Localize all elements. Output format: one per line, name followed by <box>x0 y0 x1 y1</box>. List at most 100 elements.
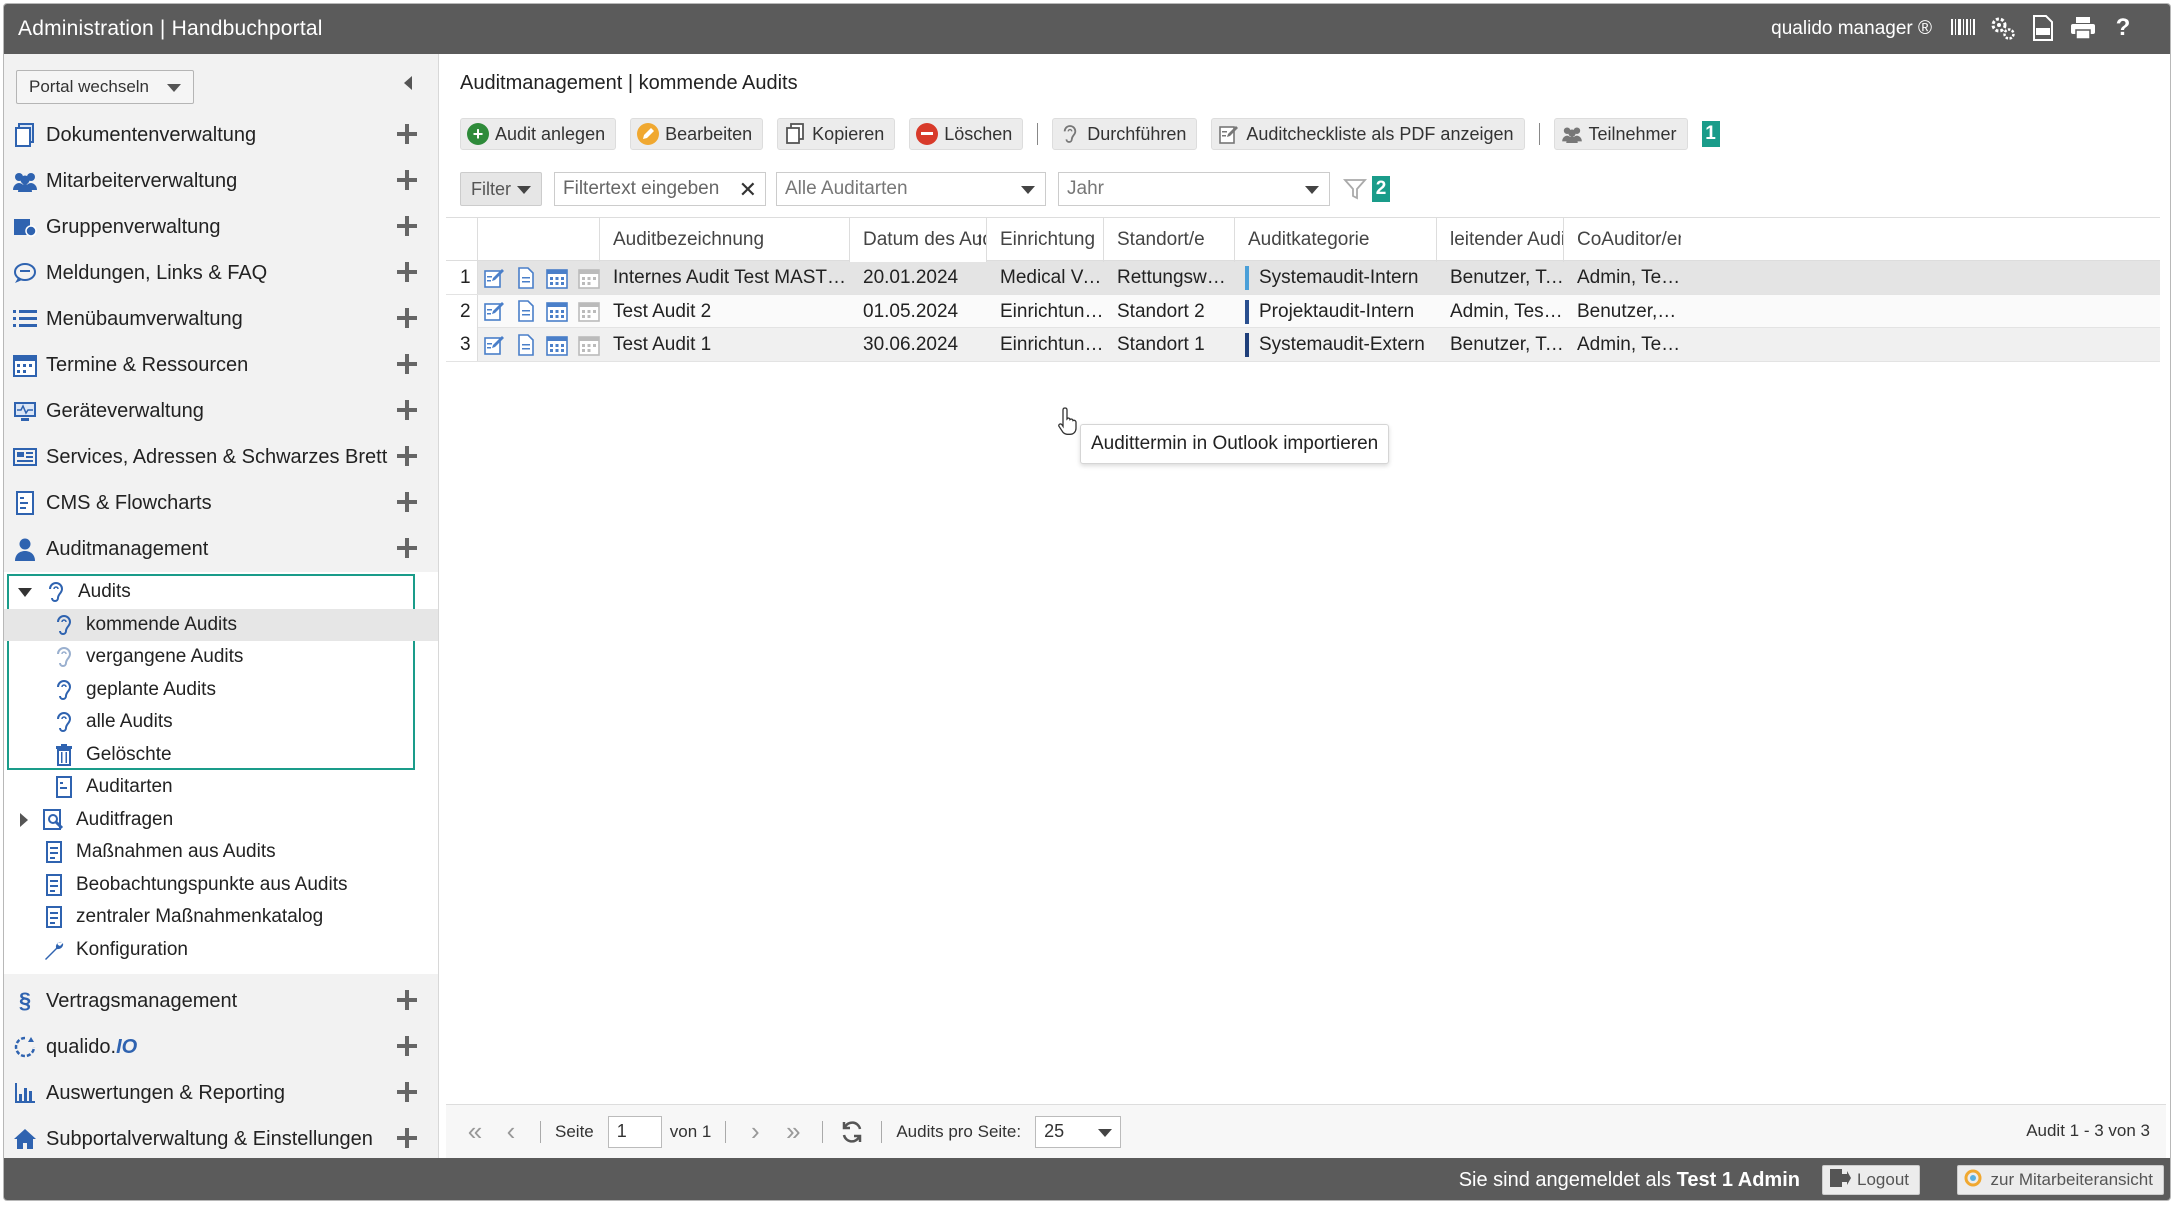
next-page-icon[interactable]: › <box>740 1116 770 1147</box>
calendar-icon[interactable] <box>546 265 568 291</box>
sidebar-item-menuebaum[interactable]: Menübaumverwaltung <box>4 296 438 342</box>
column-header-lead-auditor[interactable]: leitender Auditor <box>1437 218 1564 262</box>
employee-view-button[interactable]: zur Mitarbeiteransicht <box>1957 1165 2164 1195</box>
copy-button[interactable]: Kopieren <box>777 118 896 150</box>
portal-switch-dropdown[interactable]: Portal wechseln <box>16 70 194 104</box>
filter-text-input[interactable]: Filtertext eingeben ✕ <box>554 172 766 206</box>
expand-plus-icon[interactable] <box>397 446 417 466</box>
sidebar-item-geraete[interactable]: Geräteverwaltung <box>4 388 438 434</box>
run-audit-button[interactable]: Durchführen <box>1052 118 1198 150</box>
expand-plus-icon[interactable] <box>397 1128 417 1148</box>
refresh-icon[interactable] <box>837 1117 867 1147</box>
expand-plus-icon[interactable] <box>397 990 417 1010</box>
sidebar-item-services[interactable]: Services, Adressen & Schwarzes Brett <box>4 434 438 480</box>
sidebar-item-termine[interactable]: Termine & Ressourcen <box>4 342 438 388</box>
gears-icon[interactable] <box>1990 14 2016 42</box>
sidebar-item-subportalverwaltung[interactable]: Subportalverwaltung & Einstellungen <box>4 1116 438 1162</box>
sidebar-item-auditmanagement[interactable]: Auditmanagement <box>4 526 438 572</box>
column-header-site[interactable]: Standort/e <box>1104 218 1235 262</box>
tree-item-beobachtungspunkte[interactable]: Beobachtungspunkte aus Audits <box>4 869 438 902</box>
tree-item-geloeschte[interactable]: Gelöschte <box>4 739 438 772</box>
year-select[interactable]: Jahr <box>1058 172 1330 206</box>
tree-item-label: Gelöschte <box>86 743 172 765</box>
tree-item-massnahmen[interactable]: Maßnahmen aus Audits <box>4 836 438 869</box>
facility-cell: Medical Verba... <box>987 261 1104 294</box>
column-header-name[interactable]: Auditbezeichnung <box>600 218 850 262</box>
logout-button[interactable]: Logout <box>1822 1165 1920 1195</box>
tree-item-auditfragen[interactable]: Auditfragen <box>4 804 438 837</box>
collapse-sidebar-icon[interactable] <box>404 76 412 90</box>
last-page-icon[interactable]: » <box>778 1116 808 1147</box>
tree-item-vergangene-audits[interactable]: vergangene Audits <box>4 641 438 674</box>
column-header-coauditor[interactable]: CoAuditor/en <box>1564 218 1681 262</box>
print-icon[interactable] <box>2070 14 2096 42</box>
brand-label: qualido manager ® <box>1771 18 1932 39</box>
audit-type-select[interactable]: Alle Auditarten <box>776 172 1046 206</box>
edit-row-icon[interactable] <box>484 332 506 358</box>
barcode-icon[interactable] <box>1950 14 1976 42</box>
outlook-import-icon[interactable] <box>578 265 600 291</box>
calendar-icon[interactable] <box>546 332 568 358</box>
edit-row-icon[interactable] <box>484 298 506 324</box>
sidebar-item-qualido-io[interactable]: qualido.IO <box>4 1024 438 1070</box>
edit-row-icon[interactable] <box>484 265 506 291</box>
expand-plus-icon[interactable] <box>397 262 417 282</box>
pdf-icon[interactable] <box>2030 14 2056 42</box>
calendar-icon[interactable] <box>546 298 568 324</box>
sidebar-item-gruppenverwaltung[interactable]: Gruppenverwaltung <box>4 204 438 250</box>
chevron-down-icon <box>167 84 181 92</box>
funnel-icon[interactable] <box>1342 176 1368 202</box>
delete-button[interactable]: Löschen <box>909 118 1024 150</box>
sidebar-item-dokumentenverwaltung[interactable]: Dokumentenverwaltung <box>4 112 438 158</box>
audit-name-cell: Test Audit 2 <box>600 295 850 328</box>
tree-item-audits[interactable]: Audits <box>4 576 438 609</box>
clear-icon[interactable]: ✕ <box>739 177 757 203</box>
table-row[interactable]: 2 Test Audit 2 01.05.2024 Einrichtung 2 Stan… <box>446 294 2160 328</box>
expand-plus-icon[interactable] <box>397 1082 417 1102</box>
table-row[interactable]: 1 Internes Audit Test MASTER 2024 20.01.20… <box>446 261 2160 295</box>
document-icon[interactable] <box>516 332 536 358</box>
tree-item-geplante-audits[interactable]: geplante Audits <box>4 674 438 707</box>
table-row[interactable]: 3 Test Audit 1 30.06.2024 Einrichtung 1 Stan… <box>446 328 2160 362</box>
expand-plus-icon[interactable] <box>397 1036 417 1056</box>
outlook-import-icon[interactable] <box>578 332 600 358</box>
first-page-icon[interactable]: « <box>460 1116 490 1147</box>
filter-dropdown[interactable]: Filter <box>460 172 542 206</box>
tree-item-konfiguration[interactable]: Konfiguration <box>4 934 438 967</box>
expand-plus-icon[interactable] <box>397 400 417 420</box>
per-page-select[interactable]: 25 <box>1035 1115 1122 1148</box>
expand-plus-icon[interactable] <box>397 216 417 236</box>
add-audit-button[interactable]: + Audit anlegen <box>460 118 617 150</box>
collapse-minus-icon[interactable] <box>397 538 417 558</box>
expand-plus-icon[interactable] <box>397 308 417 328</box>
prev-page-icon[interactable]: ‹ <box>496 1116 526 1147</box>
tree-item-kommende-audits[interactable]: kommende Audits <box>4 608 438 641</box>
page-input[interactable]: 1 <box>607 1115 662 1148</box>
outlook-import-icon[interactable] <box>578 298 600 324</box>
participants-button[interactable]: Teilnehmer <box>1553 118 1688 150</box>
expand-plus-icon[interactable] <box>397 124 417 144</box>
sidebar-item-vertragsmanagement[interactable]: § Vertragsmanagement <box>4 978 438 1024</box>
column-header-date[interactable]: Datum des Audits ↑ <box>850 218 987 262</box>
sidebar-item-cms[interactable]: CMS & Flowcharts <box>4 480 438 526</box>
help-icon[interactable]: ? <box>2110 14 2136 42</box>
tree-item-auditarten[interactable]: Auditarten <box>4 771 438 804</box>
document-icon[interactable] <box>516 265 536 291</box>
logout-icon <box>1829 1168 1851 1193</box>
tree-item-massnahmenkatalog[interactable]: zentraler Maßnahmenkatalog <box>4 901 438 934</box>
column-header-category[interactable]: Auditkategorie <box>1235 218 1437 262</box>
tree-item-alle-audits[interactable]: alle Audits <box>4 706 438 739</box>
document-icon[interactable] <box>516 298 536 324</box>
sidebar-item-auswertungen[interactable]: Auswertungen & Reporting <box>4 1070 438 1116</box>
edit-button[interactable]: Bearbeiten <box>630 118 764 150</box>
sidebar-item-meldungen[interactable]: Meldungen, Links & FAQ <box>4 250 438 296</box>
column-header-facility[interactable]: Einrichtung <box>987 218 1104 262</box>
expand-plus-icon[interactable] <box>397 354 417 374</box>
sidebar-item-mitarbeiterverwaltung[interactable]: Mitarbeiterverwaltung <box>4 158 438 204</box>
checklist-pdf-button[interactable]: Auditcheckliste als PDF anzeigen <box>1211 118 1525 150</box>
expand-plus-icon[interactable] <box>397 170 417 190</box>
pager-separator <box>881 1120 883 1143</box>
expand-plus-icon[interactable] <box>397 492 417 512</box>
expand-triangle-icon[interactable] <box>18 587 32 597</box>
expand-triangle-icon[interactable] <box>20 812 28 827</box>
